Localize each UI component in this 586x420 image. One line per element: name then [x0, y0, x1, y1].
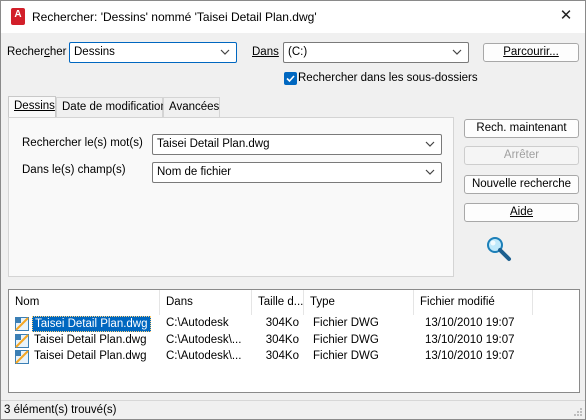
look-for-label-part: Recher: [7, 46, 45, 58]
file-size: 304Ko: [265, 350, 299, 362]
look-for-value: Dessins: [74, 46, 115, 58]
stop-button[interactable]: Arrêter: [464, 146, 579, 165]
resize-grip-icon[interactable]: [573, 407, 583, 417]
file-type: Fichier DWG: [313, 317, 379, 329]
tab-drawings[interactable]: Dessins: [8, 96, 56, 118]
file-name: Taisei Detail Plan.dwg: [34, 350, 147, 362]
chevron-down-icon: [425, 141, 435, 147]
checkmark-icon: [286, 75, 295, 83]
dwg-file-icon: [15, 317, 29, 331]
column-header-in[interactable]: Dans: [160, 290, 252, 315]
stop-label: Arrêter: [503, 149, 540, 161]
search-dialog: A Rechercher: 'Dessins' nommé 'Taisei De…: [0, 0, 586, 420]
new-search-label: Nouvelle recherche: [471, 178, 572, 190]
chevron-down-icon: [220, 49, 230, 55]
table-row[interactable]: Taisei Detail Plan.dwg C:\Autodesk 304Ko…: [9, 316, 579, 332]
tab-label: Dessins: [14, 100, 55, 112]
column-header-modified[interactable]: Fichier modifié: [414, 290, 533, 315]
tab-label: Date de modification: [62, 101, 167, 113]
in-value: (C:): [288, 46, 308, 58]
table-row[interactable]: Taisei Detail Plan.dwg C:\Autodesk\... 3…: [9, 333, 579, 349]
look-for-label: Rechercher: [7, 46, 66, 58]
column-header-size[interactable]: Taille d...: [252, 290, 304, 315]
file-modified: 13/10/2010 19:07: [425, 317, 515, 329]
look-for-select[interactable]: Dessins: [69, 42, 237, 63]
dwg-file-icon: [15, 350, 29, 364]
file-size: 304Ko: [265, 317, 299, 329]
browse-label: Parcourir...: [503, 46, 559, 58]
status-bar: 3 élément(s) trouvé(s): [1, 400, 585, 419]
search-words-label: Rechercher le(s) mot(s): [22, 137, 143, 149]
results-list[interactable]: Nom Dans Taille d... Type Fichier modifi…: [8, 289, 580, 393]
table-row[interactable]: Taisei Detail Plan.dwg C:\Autodesk\... 3…: [9, 349, 579, 365]
tab-date-modified[interactable]: Date de modification: [56, 97, 167, 117]
dwg-file-icon: [15, 334, 29, 348]
browse-button[interactable]: Parcourir...: [483, 43, 579, 62]
file-modified: 13/10/2010 19:07: [425, 350, 515, 362]
look-for-label-part: her: [49, 46, 67, 58]
subfolders-label[interactable]: Rechercher dans les sous-dossiers: [298, 72, 478, 84]
title-bar[interactable]: A Rechercher: 'Dessins' nommé 'Taisei De…: [1, 1, 585, 33]
help-button[interactable]: Aide: [464, 203, 579, 222]
in-select[interactable]: (C:): [283, 42, 469, 63]
help-label: Aide: [509, 206, 534, 218]
file-type: Fichier DWG: [313, 334, 379, 346]
chevron-down-icon: [425, 169, 435, 175]
new-search-button[interactable]: Nouvelle recherche: [464, 175, 579, 194]
search-fields-value: Nom de fichier: [157, 166, 232, 178]
file-size: 304Ko: [265, 334, 299, 346]
search-words-value: Taisei Detail Plan.dwg: [157, 138, 270, 150]
file-location: C:\Autodesk\...: [166, 334, 242, 346]
file-modified: 13/10/2010 19:07: [425, 334, 515, 346]
file-name: Taisei Detail Plan.dwg: [34, 334, 147, 346]
autocad-app-icon: A: [11, 8, 25, 25]
close-icon: ✕: [559, 7, 573, 24]
results-count: 3 élément(s) trouvé(s): [4, 404, 117, 416]
file-name: Taisei Detail Plan.dwg: [32, 316, 151, 332]
file-type: Fichier DWG: [313, 350, 379, 362]
search-words-combo[interactable]: Taisei Detail Plan.dwg: [152, 134, 442, 155]
close-button[interactable]: ✕: [555, 5, 577, 27]
in-label: Dans: [252, 46, 279, 58]
tab-label: Avancées: [169, 101, 220, 113]
search-fields-label: Dans le(s) champ(s): [22, 164, 126, 176]
search-now-button[interactable]: Rech. maintenant: [464, 119, 579, 138]
chevron-down-icon: [452, 49, 462, 55]
subfolders-checkbox[interactable]: [284, 72, 297, 85]
magnifier-icon: [487, 237, 511, 261]
column-header-type[interactable]: Type: [304, 290, 414, 315]
file-location: C:\Autodesk\...: [166, 350, 242, 362]
search-fields-select[interactable]: Nom de fichier: [152, 162, 442, 183]
tab-advanced[interactable]: Avancées: [163, 97, 220, 117]
window-title: Rechercher: 'Dessins' nommé 'Taisei Deta…: [32, 10, 317, 24]
file-location: C:\Autodesk: [166, 317, 229, 329]
app-icon-letter: A: [14, 9, 22, 20]
search-now-label: Rech. maintenant: [476, 122, 567, 134]
column-header-name[interactable]: Nom: [9, 290, 160, 315]
